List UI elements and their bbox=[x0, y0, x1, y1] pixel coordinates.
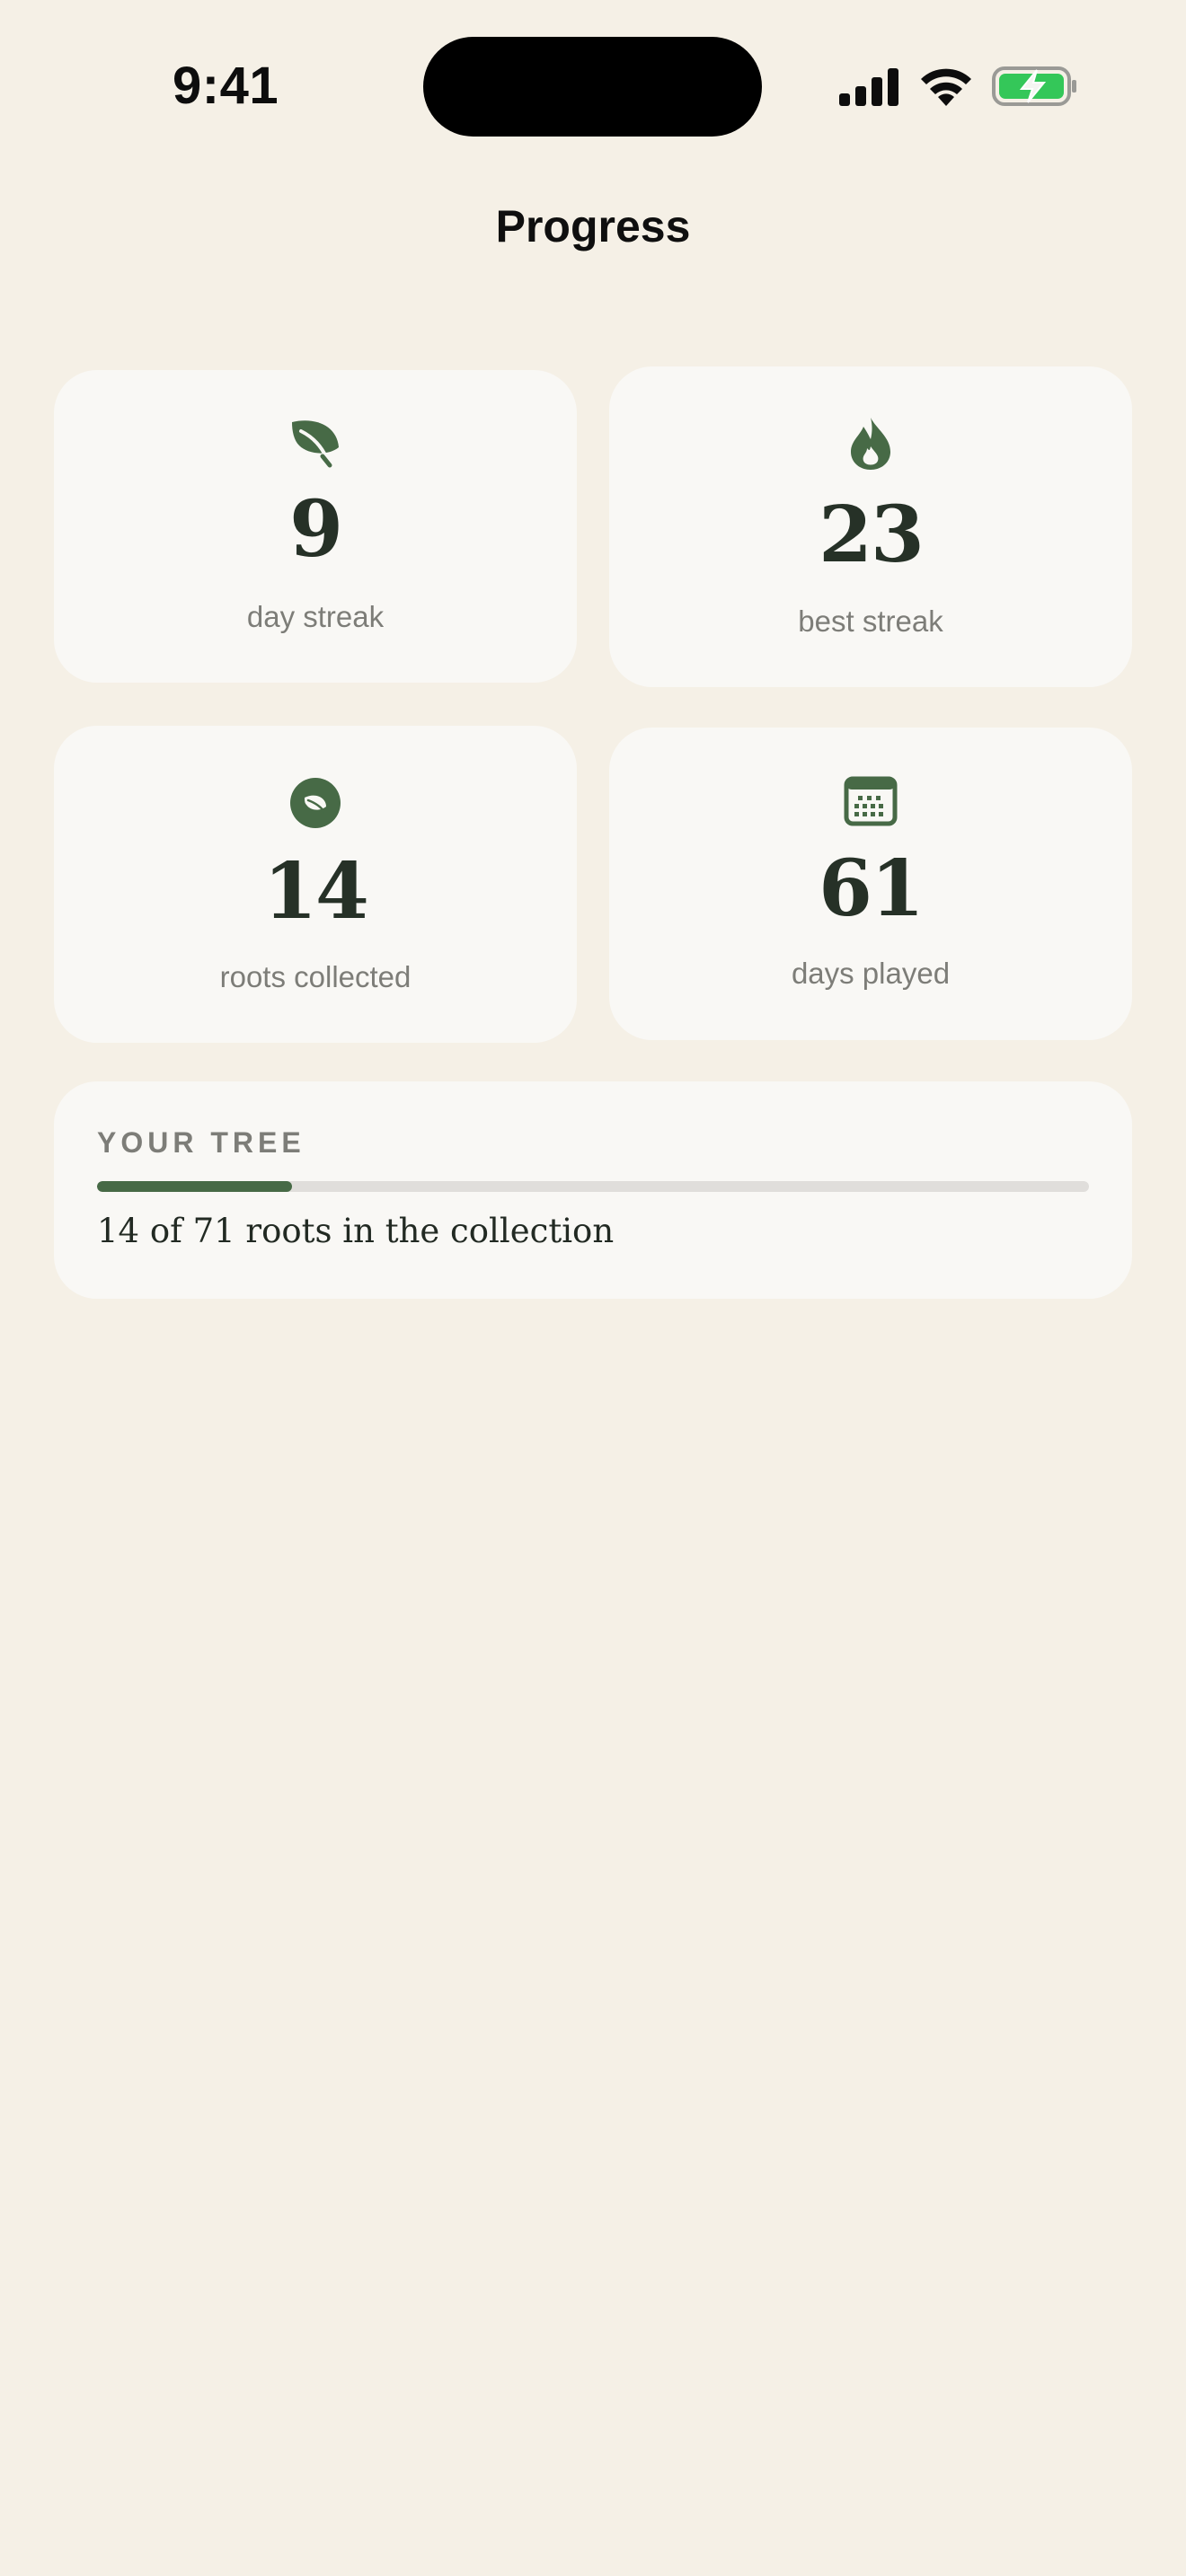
stat-card-days-played: 61 days played bbox=[609, 728, 1132, 1040]
tree-caption: 14 of 71 roots in the collection bbox=[97, 1212, 615, 1250]
cellular-signal-icon bbox=[839, 66, 900, 112]
leaf-badge-icon bbox=[288, 776, 342, 830]
leaf-icon bbox=[288, 415, 342, 469]
stat-value: 23 bbox=[819, 490, 925, 580]
tree-heading: YOUR TREE bbox=[97, 1126, 305, 1159]
stat-value: 14 bbox=[263, 846, 369, 937]
stat-value: 9 bbox=[289, 484, 343, 575]
tree-progress-fill bbox=[97, 1181, 293, 1192]
battery-charging-icon bbox=[992, 65, 1078, 112]
stat-label: days played bbox=[791, 957, 951, 990]
stat-card-roots-collected: 14 roots collected bbox=[54, 726, 577, 1043]
stat-label: best streak bbox=[798, 604, 943, 638]
flame-icon bbox=[844, 416, 898, 470]
tree-card: YOUR TREE 14 of 71 roots in the collecti… bbox=[54, 1081, 1132, 1299]
stat-label: roots collected bbox=[219, 960, 412, 993]
stat-value: 61 bbox=[819, 843, 925, 934]
stat-card-day-streak: 9 day streak bbox=[54, 370, 577, 683]
stat-card-best-streak: 23 best streak bbox=[609, 366, 1132, 687]
calendar-icon bbox=[844, 774, 898, 828]
page-title: Progress bbox=[495, 201, 691, 251]
status-time: 9:41 bbox=[173, 57, 279, 115]
tree-progress-bar bbox=[97, 1181, 1089, 1192]
wifi-icon bbox=[918, 65, 974, 112]
dynamic-island bbox=[423, 37, 762, 137]
stat-label: day streak bbox=[246, 600, 385, 633]
